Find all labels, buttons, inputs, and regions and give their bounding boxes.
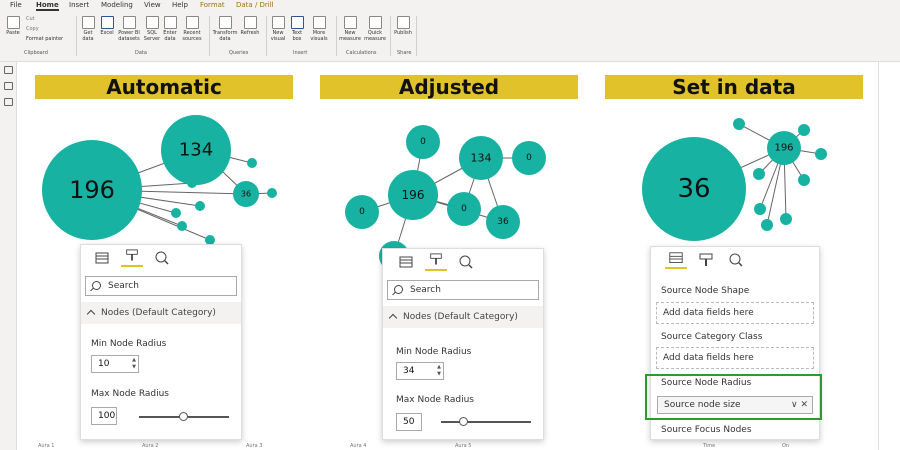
node-label: 196 — [774, 143, 793, 154]
section-label: Nodes (Default Category) — [101, 308, 216, 318]
graph-node — [780, 213, 792, 225]
node-label: 134 — [179, 140, 213, 161]
min-node-radius-label: Min Node Radius — [396, 347, 472, 357]
bottom-label: On — [782, 443, 790, 449]
graph-node — [753, 168, 765, 180]
node-label: 0 — [420, 137, 426, 147]
format-pane-adjusted: Search Nodes (Default Category) Min Node… — [382, 248, 544, 440]
graph-node — [195, 201, 205, 211]
graph-node — [733, 118, 745, 130]
graph-node — [247, 158, 257, 168]
bottom-label: Aura 2 — [142, 443, 159, 449]
source-node-shape-well[interactable]: Add data fields here — [656, 302, 814, 324]
graph-set-in-data: 36 196 — [642, 118, 827, 241]
search-input[interactable]: Search — [387, 280, 539, 300]
spinner-icon[interactable]: ▲ ▼ — [437, 364, 441, 378]
search-icon — [394, 285, 403, 294]
max-node-radius-value: 100 — [98, 411, 116, 421]
graph-node — [798, 174, 810, 186]
graph-node — [815, 148, 827, 160]
bottom-label: Time — [703, 443, 716, 449]
max-node-radius-value: 50 — [403, 417, 415, 427]
spinner-icon[interactable]: ▲ ▼ — [132, 357, 136, 371]
graph-node — [798, 124, 810, 136]
graph-node — [171, 208, 181, 218]
node-label: 0 — [359, 207, 365, 217]
analytics-icon[interactable] — [155, 251, 169, 265]
paint-roller-icon[interactable] — [121, 249, 143, 267]
max-node-radius-label: Max Node Radius — [396, 395, 474, 405]
format-pane-automatic: Search Nodes (Default Category) Min Node… — [80, 244, 242, 440]
graph-node — [177, 221, 187, 231]
graph-node — [187, 178, 197, 188]
node-label: 36 — [241, 190, 251, 199]
fields-icon[interactable] — [399, 255, 413, 269]
bottom-label: Aura 1 — [38, 443, 55, 449]
node-label: 196 — [69, 176, 115, 204]
nodes-section-header[interactable]: Nodes (Default Category) — [383, 306, 543, 328]
graph-node — [267, 188, 277, 198]
max-node-radius-input[interactable]: 100 — [91, 407, 117, 425]
slider-thumb[interactable] — [179, 412, 188, 421]
node-label: 196 — [402, 188, 425, 202]
paint-roller-icon[interactable] — [699, 253, 713, 267]
source-category-class-well[interactable]: Add data fields here — [656, 347, 814, 369]
min-node-radius-value: 10 — [98, 359, 110, 369]
min-node-radius-label: Min Node Radius — [91, 339, 167, 349]
source-focus-nodes-label: Source Focus Nodes — [661, 425, 752, 435]
slider-thumb[interactable] — [459, 417, 468, 426]
bottom-label: Aura 5 — [455, 443, 472, 449]
search-placeholder: Search — [108, 281, 139, 291]
min-node-radius-input[interactable]: 10 ▲ ▼ — [91, 355, 139, 373]
bottom-label: Aura 3 — [246, 443, 263, 449]
node-label: 0 — [526, 153, 532, 163]
node-label: 36 — [677, 174, 710, 204]
analytics-icon[interactable] — [459, 255, 473, 269]
pane-tabs — [651, 247, 819, 275]
min-node-radius-value: 34 — [403, 366, 415, 376]
search-placeholder: Search — [410, 285, 441, 295]
bottom-label: Aura 4 — [350, 443, 367, 449]
pane-tabs — [383, 249, 543, 277]
graph-node — [761, 219, 773, 231]
min-node-radius-input[interactable]: 34 ▲ ▼ — [396, 362, 444, 380]
node-label: 36 — [497, 217, 509, 227]
graph-node — [754, 203, 766, 215]
source-node-shape-label: Source Node Shape — [661, 286, 750, 296]
nodes-section-header[interactable]: Nodes (Default Category) — [81, 302, 241, 324]
max-node-radius-slider[interactable] — [441, 421, 531, 423]
pane-tabs — [81, 245, 241, 273]
max-node-radius-label: Max Node Radius — [91, 389, 169, 399]
search-input[interactable]: Search — [85, 276, 237, 296]
chevron-up-icon — [86, 309, 96, 319]
source-category-class-label: Source Category Class — [661, 332, 763, 342]
highlight-box — [645, 374, 822, 420]
fields-icon[interactable] — [95, 251, 109, 265]
analytics-icon[interactable] — [729, 253, 743, 267]
max-node-radius-input[interactable]: 50 — [396, 413, 422, 431]
search-icon — [92, 281, 101, 290]
section-label: Nodes (Default Category) — [403, 312, 518, 322]
paint-roller-icon[interactable] — [425, 253, 447, 271]
fields-icon[interactable] — [665, 251, 687, 269]
chevron-up-icon — [388, 313, 398, 323]
graph-automatic: 196 134 36 — [42, 115, 277, 245]
node-label: 134 — [471, 152, 492, 165]
node-label: 0 — [461, 204, 467, 214]
